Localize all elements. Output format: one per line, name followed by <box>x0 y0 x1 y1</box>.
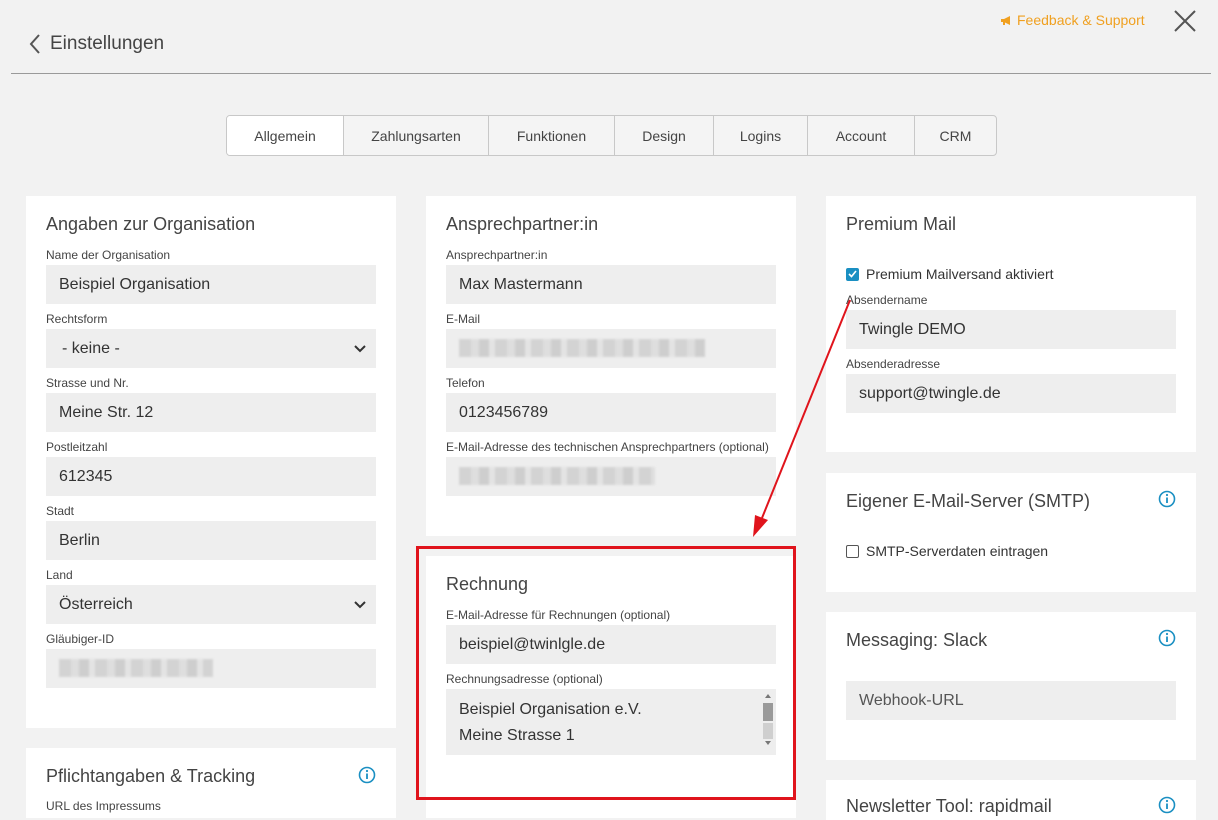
tab-allgemein[interactable]: Allgemein <box>227 116 344 155</box>
info-icon[interactable] <box>1158 796 1176 814</box>
smtp-checkbox-row[interactable]: SMTP-Serverdaten eintragen <box>846 543 1048 559</box>
premium-checkbox-label: Premium Mailversand aktiviert <box>866 266 1054 282</box>
slack-title: Messaging: Slack <box>846 630 988 650</box>
premium-mail-card: Premium Mail Premium Mailversand aktivie… <box>826 196 1196 452</box>
feedback-support-link[interactable]: Feedback & Support <box>1000 12 1145 28</box>
top-bar: Einstellungen Feedback & Support <box>0 0 1218 90</box>
header-divider <box>11 73 1211 74</box>
webhook-url-input[interactable]: Webhook-URL <box>846 681 1176 720</box>
ansprech-title: Ansprechpartner:in <box>446 214 599 234</box>
absendername-input[interactable]: Twingle DEMO <box>846 310 1176 349</box>
email-label: E-Mail <box>446 312 481 326</box>
glaeubiger-input[interactable] <box>46 649 376 688</box>
organisation-title: Angaben zur Organisation <box>46 214 256 234</box>
rechnungsadresse-textarea[interactable]: Beispiel Organisation e.V. Meine Strasse… <box>446 689 776 755</box>
info-icon[interactable] <box>1158 629 1176 647</box>
rechnung-card: Rechnung E-Mail-Adresse für Rechnungen (… <box>426 556 796 818</box>
org-name-input[interactable]: Beispiel Organisation <box>46 265 376 304</box>
info-icon[interactable] <box>1158 490 1176 508</box>
tab-funktionen[interactable]: Funktionen <box>489 116 615 155</box>
textarea-scrollbar[interactable] <box>762 691 774 751</box>
land-value: Österreich <box>59 595 133 613</box>
tech-email-input[interactable] <box>446 457 776 496</box>
plz-label: Postleitzahl <box>46 440 108 454</box>
absendername-label: Absendername <box>846 293 928 307</box>
page-title: Einstellungen <box>50 33 165 54</box>
absenderadresse-label: Absenderadresse <box>846 357 941 371</box>
pflicht-title: Pflichtangaben & Tracking <box>46 766 256 786</box>
checkbox-unchecked[interactable] <box>846 544 859 558</box>
tab-crm[interactable]: CRM <box>915 116 996 155</box>
ansprech-name-label: Ansprechpartner:in <box>446 248 548 262</box>
close-icon[interactable] <box>1172 8 1198 34</box>
newsletter-card: Newsletter Tool: rapidmail <box>826 780 1196 820</box>
strasse-label: Strasse und Nr. <box>46 376 129 390</box>
tab-zahlungsarten[interactable]: Zahlungsarten <box>344 116 489 155</box>
tab-account[interactable]: Account <box>808 116 915 155</box>
chevron-down-icon <box>354 600 366 608</box>
tab-design[interactable]: Design <box>615 116 714 155</box>
impressum-label: URL des Impressums <box>46 799 161 813</box>
settings-tabs: Allgemein Zahlungsarten Funktionen Desig… <box>226 115 997 156</box>
premium-title: Premium Mail <box>846 214 957 234</box>
slack-card: Messaging: Slack Webhook-URL <box>826 612 1196 760</box>
rechnungsadresse-label: Rechnungsadresse (optional) <box>446 672 603 686</box>
smtp-checkbox-label: SMTP-Serverdaten eintragen <box>866 543 1049 559</box>
checkmark-icon <box>848 270 857 278</box>
rechnung-email-input[interactable]: beispiel@twinlgle.de <box>446 625 776 664</box>
smtp-card: Eigener E-Mail-Server (SMTP) SMTP-Server… <box>826 473 1196 592</box>
email-input[interactable] <box>446 329 776 368</box>
ansprech-card: Ansprechpartner:in Ansprechpartner:in Ma… <box>426 196 796 536</box>
newsletter-title: Newsletter Tool: rapidmail <box>846 796 1052 816</box>
tab-logins[interactable]: Logins <box>714 116 808 155</box>
feedback-support-label: Feedback & Support <box>1017 12 1145 28</box>
rechnung-title: Rechnung <box>446 574 529 594</box>
rechnung-email-label: E-Mail-Adresse für Rechnungen (optional) <box>446 608 671 622</box>
tech-email-label: E-Mail-Adresse des technischen Ansprechp… <box>446 440 769 454</box>
organisation-card: Angaben zur Organisation Name der Organi… <box>26 196 396 728</box>
checkbox-checked[interactable] <box>846 267 859 281</box>
smtp-title: Eigener E-Mail-Server (SMTP) <box>846 491 1091 511</box>
megaphone-icon <box>1001 15 1010 25</box>
info-icon[interactable] <box>358 766 376 784</box>
plz-input[interactable]: 612345 <box>46 457 376 496</box>
org-name-label: Name der Organisation <box>46 248 171 262</box>
chevron-left-icon <box>29 34 40 54</box>
blurred-value <box>459 467 655 485</box>
rechtsform-label: Rechtsform <box>46 312 108 326</box>
land-select[interactable]: Österreich <box>46 585 376 624</box>
ansprech-name-input[interactable]: Max Mastermann <box>446 265 776 304</box>
telefon-label: Telefon <box>446 376 485 390</box>
chevron-down-icon <box>354 344 366 352</box>
telefon-input[interactable]: 0123456789 <box>446 393 776 432</box>
absenderadresse-input[interactable]: support@twingle.de <box>846 374 1176 413</box>
premium-checkbox-row[interactable]: Premium Mailversand aktiviert <box>846 266 1054 282</box>
rechtsform-value: - keine - <box>62 339 120 357</box>
adresse-line-1: Beispiel Organisation e.V. <box>459 701 642 718</box>
blurred-value <box>459 339 705 357</box>
stadt-label: Stadt <box>46 504 75 518</box>
land-label: Land <box>46 568 73 582</box>
rechtsform-select[interactable]: - keine - <box>46 329 376 368</box>
strasse-input[interactable]: Meine Str. 12 <box>46 393 376 432</box>
adresse-line-2: Meine Strasse 1 <box>459 727 575 744</box>
stadt-input[interactable]: Berlin <box>46 521 376 560</box>
glaeubiger-label: Gläubiger-ID <box>46 632 115 646</box>
back-button[interactable]: Einstellungen <box>28 33 164 55</box>
blurred-value <box>59 659 213 677</box>
